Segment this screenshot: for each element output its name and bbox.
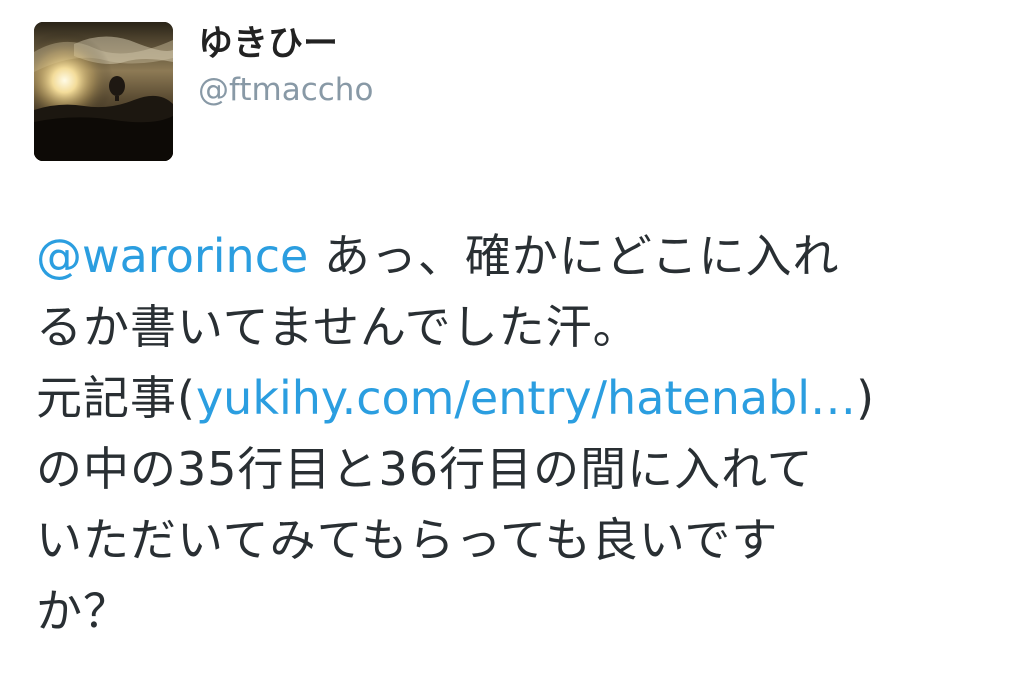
tweet-line: 元記事(yukihy.com/entry/hatenabl…)	[36, 363, 996, 434]
tweet-line: @warorince あっ、確かにどこに入れ	[36, 221, 996, 292]
user-avatar[interactable]	[34, 22, 173, 161]
article-link[interactable]: yukihy.com/entry/hatenabl…	[196, 371, 856, 425]
user-display-name[interactable]: ゆきひー	[198, 22, 338, 66]
tweet-line-text: )	[856, 371, 876, 425]
tweet-line: るか書いてませんでした汗。	[36, 300, 640, 354]
user-handle[interactable]: @ftmaccho	[198, 70, 373, 110]
avatar-photo-icon	[34, 22, 173, 161]
tweet-line-text: 元記事(	[36, 371, 196, 425]
tweet-line: か？	[36, 584, 130, 638]
tweet-card: ゆきひー @ftmaccho @warorince あっ、確かにどこに入れ るか…	[0, 0, 1024, 683]
tweet-line: の中の35行目と36行目の間に入れて	[36, 442, 814, 496]
tweet-body: @warorince あっ、確かにどこに入れ るか書いてませんでした汗。 元記事…	[36, 221, 996, 647]
mention-link[interactable]: @warorince	[36, 229, 308, 283]
tweet-line-text: あっ、確かにどこに入れ	[308, 229, 840, 283]
tweet-line: いただいてみてもらっても良いです	[36, 513, 779, 567]
